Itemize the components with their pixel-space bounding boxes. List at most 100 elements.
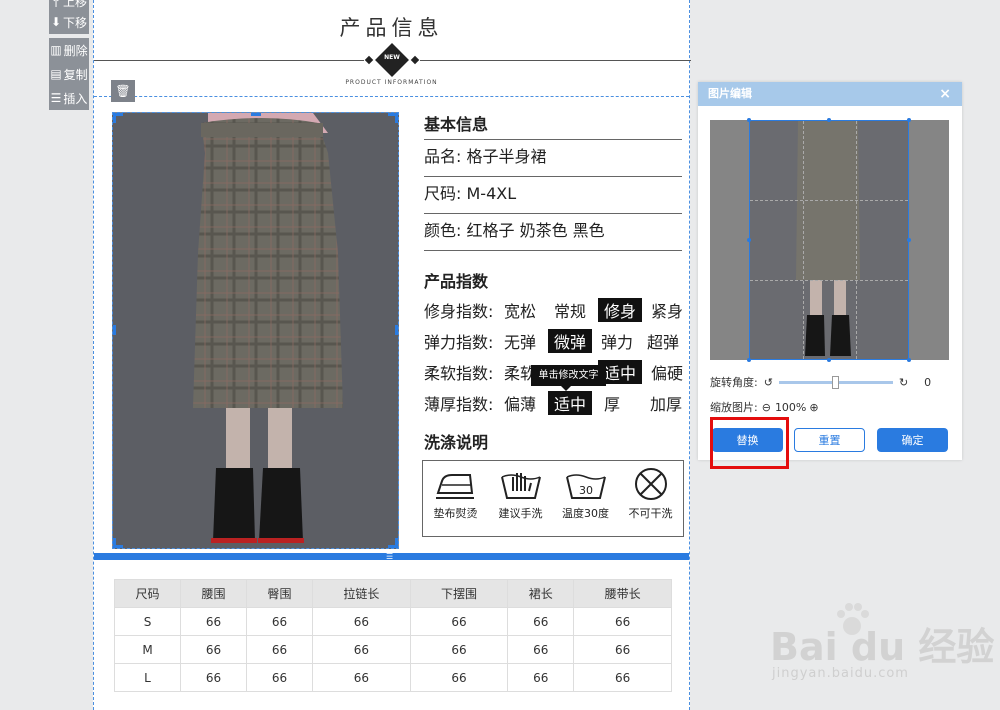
move-down-button[interactable]: ⬇ 下移: [49, 10, 89, 34]
skirt-illustration: [113, 113, 398, 548]
move-up-button[interactable]: ↑ 上移: [49, 0, 89, 10]
wash-item[interactable]: 30 温度30度: [553, 461, 618, 536]
wash-30-icon: 30: [565, 474, 606, 499]
close-icon[interactable]: ×: [939, 82, 951, 106]
rotate-right-icon[interactable]: ↻: [899, 376, 908, 389]
table-row: L 66 66 66 66 66 66: [114, 663, 672, 692]
table-header[interactable]: 腰围: [180, 579, 247, 608]
table-cell[interactable]: 66: [246, 663, 313, 692]
table-cell[interactable]: 66: [507, 635, 575, 664]
info-label: 品名:: [424, 147, 462, 166]
rotate-slider-knob[interactable]: [831, 375, 839, 389]
table-cell[interactable]: 66: [180, 607, 247, 636]
info-value: 红格子 奶茶色 黑色: [466, 221, 605, 240]
hand-wash-icon: [500, 473, 541, 499]
delete-label: 删除: [63, 43, 88, 58]
product-index-heading[interactable]: 产品指数: [424, 268, 488, 292]
selected-option[interactable]: 修身: [598, 298, 643, 322]
wash-item[interactable]: 垫布熨烫: [423, 461, 488, 536]
table-row: M 66 66 66 66 66 66: [114, 635, 672, 664]
table-cell[interactable]: 66: [573, 663, 672, 692]
rotate-left-icon[interactable]: ↺: [764, 376, 773, 389]
table-cell[interactable]: S: [114, 607, 181, 636]
table-cell[interactable]: 66: [409, 663, 509, 692]
copy-label: 复制: [63, 67, 88, 82]
rotate-value: 0: [924, 375, 932, 389]
edit-text-tooltip: 单击修改文字: [531, 365, 606, 391]
info-row-name[interactable]: 品名: 格子半身裙: [424, 140, 682, 177]
table-cell[interactable]: M: [114, 635, 181, 664]
section-resize-bar[interactable]: ☰: [94, 552, 689, 561]
divider-left: [94, 60, 364, 61]
copy-icon: ▤: [50, 67, 62, 81]
basic-info-heading[interactable]: 基本信息: [424, 110, 682, 140]
image-delete-button[interactable]: 🗑: [111, 80, 135, 102]
move-up-label: 上移: [63, 0, 88, 9]
info-row-color[interactable]: 颜色: 红格子 奶茶色 黑色: [424, 214, 682, 251]
product-photo[interactable]: [112, 112, 399, 549]
wash-30-text: 30: [579, 484, 593, 497]
iron-icon: [435, 474, 474, 499]
rotate-slider[interactable]: [778, 375, 893, 389]
info-label: 颜色:: [424, 221, 462, 240]
table-row: S 66 66 66 66 66 66: [114, 607, 672, 636]
table-cell[interactable]: 66: [573, 607, 672, 636]
insert-button[interactable]: ☰ 插入: [49, 86, 89, 110]
table-cell[interactable]: 66: [180, 635, 247, 664]
delete-button[interactable]: ▥ 删除: [49, 38, 89, 62]
index-row-thickness[interactable]: 薄厚指数: 偏薄 适中 厚 加厚: [424, 391, 682, 415]
rotate-label: 旋转角度:: [710, 376, 758, 389]
zoom-control: 缩放图片: ⊖ 100% ⊕: [710, 399, 819, 415]
table-cell[interactable]: 66: [246, 635, 313, 664]
size-table: 尺码 腰围 臀围 拉链长 下摆围 裙长 腰带长 S 66 66 66 66 66…: [114, 579, 672, 692]
zoom-out-icon[interactable]: ⊖: [762, 401, 771, 414]
table-cell[interactable]: 66: [180, 663, 247, 692]
editor-canvas: 产品信息 NEW PRODUCT INFORMATION 🗑 基本信息 品名: …: [93, 0, 691, 710]
table-cell[interactable]: L: [114, 663, 181, 692]
page-subtitle[interactable]: PRODUCT INFORMATION: [94, 79, 689, 86]
element-toolbar: ↑ 上移 ⬇ 下移 ▥ 删除 ▤ 复制 ☰ 插入: [49, 0, 89, 110]
table-cell[interactable]: 66: [246, 607, 313, 636]
selected-option[interactable]: 微弹: [548, 329, 593, 353]
wash-label: 温度30度: [562, 507, 609, 520]
insert-icon: ☰: [50, 91, 62, 105]
table-cell[interactable]: 66: [312, 607, 411, 636]
index-row-elastic[interactable]: 弹力指数: 无弹 微弹 弹力 超弹: [424, 329, 679, 353]
drag-handle-icon[interactable]: ☰: [386, 552, 393, 561]
table-header[interactable]: 拉链长: [312, 579, 411, 608]
table-header[interactable]: 腰带长: [573, 579, 672, 608]
basic-info-section: 基本信息 品名: 格子半身裙 尺码: M-4XL 颜色: 红格子 奶茶色 黑色: [424, 110, 682, 251]
rotate-control: 旋转角度: ↺ ↻ 0: [710, 374, 931, 390]
table-header[interactable]: 臀围: [246, 579, 313, 608]
table-cell[interactable]: 66: [312, 635, 411, 664]
selected-option[interactable]: 适中: [548, 391, 593, 415]
table-header[interactable]: 尺码: [114, 579, 181, 608]
crop-box[interactable]: [747, 118, 911, 362]
info-row-size[interactable]: 尺码: M-4XL: [424, 177, 682, 214]
wash-item[interactable]: 不可干洗: [618, 461, 683, 536]
wash-heading[interactable]: 洗涤说明: [424, 429, 488, 453]
insert-label: 插入: [63, 91, 88, 106]
table-cell[interactable]: 66: [507, 607, 575, 636]
wash-label: 建议手洗: [498, 507, 543, 520]
zoom-label: 缩放图片:: [710, 401, 758, 414]
table-cell[interactable]: 66: [507, 663, 575, 692]
panel-header: 图片编辑 ×: [698, 82, 962, 106]
table-cell[interactable]: 66: [409, 635, 509, 664]
zoom-in-icon[interactable]: ⊕: [809, 401, 818, 414]
watermark-url: jingyan.baidu.com: [772, 666, 909, 681]
table-header[interactable]: 下摆围: [409, 579, 509, 608]
table-cell[interactable]: 66: [312, 663, 411, 692]
divider-right: [420, 60, 691, 61]
confirm-button[interactable]: 确定: [877, 428, 948, 452]
table-cell[interactable]: 66: [409, 607, 509, 636]
index-row-fit[interactable]: 修身指数: 宽松 常规 修身 紧身: [424, 298, 683, 322]
page-title[interactable]: 产品信息: [94, 12, 689, 42]
baidu-watermark: Bai du 经验 jingyan.baidu.com: [770, 600, 995, 695]
reset-button[interactable]: 重置: [794, 428, 865, 452]
info-value: M-4XL: [466, 184, 517, 203]
table-header[interactable]: 裙长: [507, 579, 575, 608]
table-cell[interactable]: 66: [573, 635, 672, 664]
copy-button[interactable]: ▤ 复制: [49, 62, 89, 86]
wash-item[interactable]: 建议手洗: [488, 461, 553, 536]
